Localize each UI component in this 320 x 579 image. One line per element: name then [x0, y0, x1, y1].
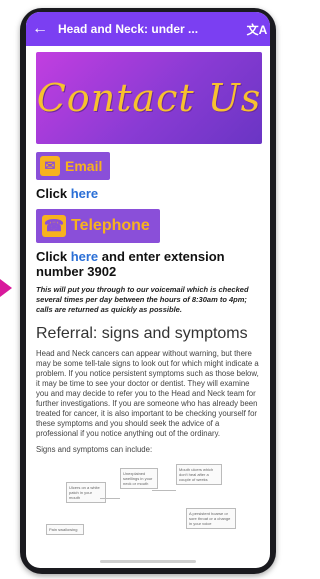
app-bar: ← Head and Neck: under ... 文A — [26, 12, 270, 46]
voicemail-note: This will put you through to our voicema… — [36, 285, 249, 314]
envelope-person-icon: ✉ — [40, 156, 60, 176]
telephone-here-link[interactable]: here — [71, 249, 98, 264]
contact-banner: Contact Us — [36, 52, 262, 144]
telephone-button-label: Telephone — [71, 217, 150, 234]
gesture-bar[interactable] — [100, 560, 196, 563]
symptom-box: Ulcers on a white patch in your mouth — [66, 482, 106, 503]
symptom-box: Unexplained swellings in your neck or mo… — [120, 468, 158, 489]
tel-click-prefix: Click — [36, 249, 71, 264]
translate-icon[interactable]: 文A — [244, 21, 270, 38]
email-click-line: Click here — [36, 186, 262, 201]
email-here-link[interactable]: here — [71, 186, 98, 201]
symptom-box: Mouth ulcers which don't heal after a co… — [176, 464, 222, 485]
connector-line — [152, 490, 176, 491]
page-title: Head and Neck: under ... — [58, 22, 199, 36]
telephone-icon: ☎ — [42, 215, 66, 237]
pointer-arrow — [0, 279, 12, 297]
connector-line — [100, 498, 120, 499]
telephone-click-line: Click here and enter extension number 39… — [36, 249, 262, 279]
email-button-label: Email — [65, 158, 103, 174]
symptom-box: A persistent hoarse or sore throat or a … — [186, 508, 236, 529]
email-click-prefix: Click — [36, 186, 71, 201]
banner-title: Contact Us — [36, 76, 262, 120]
phone-screen: ← Head and Neck: under ... 文A Contact Us… — [26, 12, 270, 568]
referral-heading: Referral: signs and symptoms — [36, 325, 248, 342]
email-button[interactable]: ✉ Email — [36, 152, 111, 180]
arrow-left-icon[interactable]: ← — [26, 12, 54, 46]
symptoms-diagram: Ulcers on a white patch in your mouth Un… — [36, 462, 262, 542]
signs-subheading: Signs and symptoms can include: — [36, 445, 153, 454]
symptom-box: Pain swallowing — [46, 524, 84, 535]
page-content: Contact Us ✉ Email Click here ☎ Telephon… — [36, 52, 262, 542]
telephone-button[interactable]: ☎ Telephone — [36, 209, 160, 243]
referral-body: Head and Neck cancers can appear without… — [36, 349, 259, 438]
